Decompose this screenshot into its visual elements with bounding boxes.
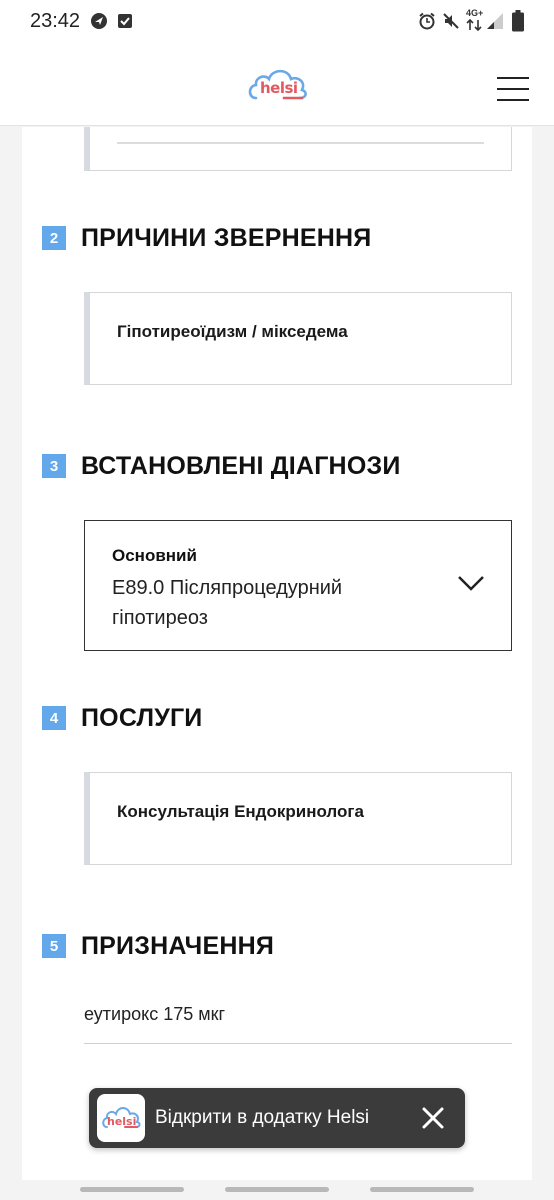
reason-text: Гіпотиреоїдизм / мікседема bbox=[117, 322, 348, 341]
section-reasons-header: 2 ПРИЧИНИ ЗВЕРНЕННЯ bbox=[42, 223, 371, 253]
network-icon: 4G+ bbox=[464, 8, 484, 32]
previous-section-box bbox=[84, 127, 512, 171]
banner-logo-text: helsi bbox=[107, 1115, 137, 1128]
section-number: 4 bbox=[42, 706, 66, 730]
alarm-icon bbox=[418, 12, 436, 30]
section-number: 2 bbox=[42, 226, 66, 250]
recents-gesture[interactable] bbox=[80, 1187, 184, 1192]
divider bbox=[117, 142, 484, 144]
section-title: ПРИЧИНИ ЗВЕРНЕННЯ bbox=[81, 223, 372, 252]
prescription-text: еутирокс 175 мкг bbox=[84, 1004, 226, 1024]
helsi-logo[interactable]: helsi bbox=[246, 64, 310, 104]
section-title: ПРИЗНАЧЕННЯ bbox=[81, 931, 274, 960]
section-diagnoses-header: 3 ВСТАНОВЛЕНІ ДІАГНОЗИ bbox=[42, 451, 401, 481]
section-number: 3 bbox=[42, 454, 66, 478]
mute-icon bbox=[442, 12, 460, 30]
hamburger-menu-icon[interactable] bbox=[497, 77, 529, 103]
chevron-down-icon[interactable] bbox=[456, 573, 486, 593]
section-prescriptions-header: 5 ПРИЗНАЧЕННЯ bbox=[42, 931, 274, 961]
app-header: helsi bbox=[0, 44, 554, 126]
check-icon bbox=[116, 12, 134, 30]
diagnosis-value: E89.0 Післяпроцедурний гіпотиреоз bbox=[112, 577, 343, 629]
battery-icon bbox=[512, 10, 524, 32]
section-services-header: 4 ПОСЛУГИ bbox=[42, 703, 202, 733]
reason-item: Гіпотиреоїдизм / мікседема bbox=[84, 292, 512, 385]
service-item: Консультація Ендокринолога bbox=[84, 772, 512, 865]
section-title: ПОСЛУГИ bbox=[81, 703, 203, 732]
open-in-app-banner[interactable]: helsi Відкрити в додатку Helsi bbox=[89, 1088, 465, 1148]
close-icon[interactable] bbox=[421, 1106, 445, 1130]
diagnosis-label: Основний bbox=[112, 546, 197, 565]
divider bbox=[84, 1043, 512, 1044]
system-nav-bar bbox=[0, 1180, 554, 1200]
service-text: Консультація Ендокринолога bbox=[117, 802, 364, 821]
navigation-icon bbox=[90, 12, 108, 30]
section-number: 5 bbox=[42, 934, 66, 958]
section-title: ВСТАНОВЛЕНІ ДІАГНОЗИ bbox=[81, 451, 401, 480]
home-gesture[interactable] bbox=[225, 1187, 329, 1192]
status-time: 23:42 bbox=[30, 10, 81, 32]
diagnosis-dropdown[interactable]: Основний E89.0 Післяпроцедурний гіпотире… bbox=[84, 520, 512, 651]
main-content: 2 ПРИЧИНИ ЗВЕРНЕННЯ Гіпотиреоїдизм / мік… bbox=[22, 127, 532, 1180]
back-gesture[interactable] bbox=[370, 1187, 474, 1192]
signal-icon bbox=[486, 12, 504, 30]
helsi-app-icon: helsi bbox=[97, 1094, 145, 1142]
status-bar: 23:42 4G+ bbox=[0, 0, 554, 44]
logo-text: helsi bbox=[260, 79, 298, 97]
open-in-app-label: Відкрити в додатку Helsi bbox=[155, 1107, 370, 1128]
